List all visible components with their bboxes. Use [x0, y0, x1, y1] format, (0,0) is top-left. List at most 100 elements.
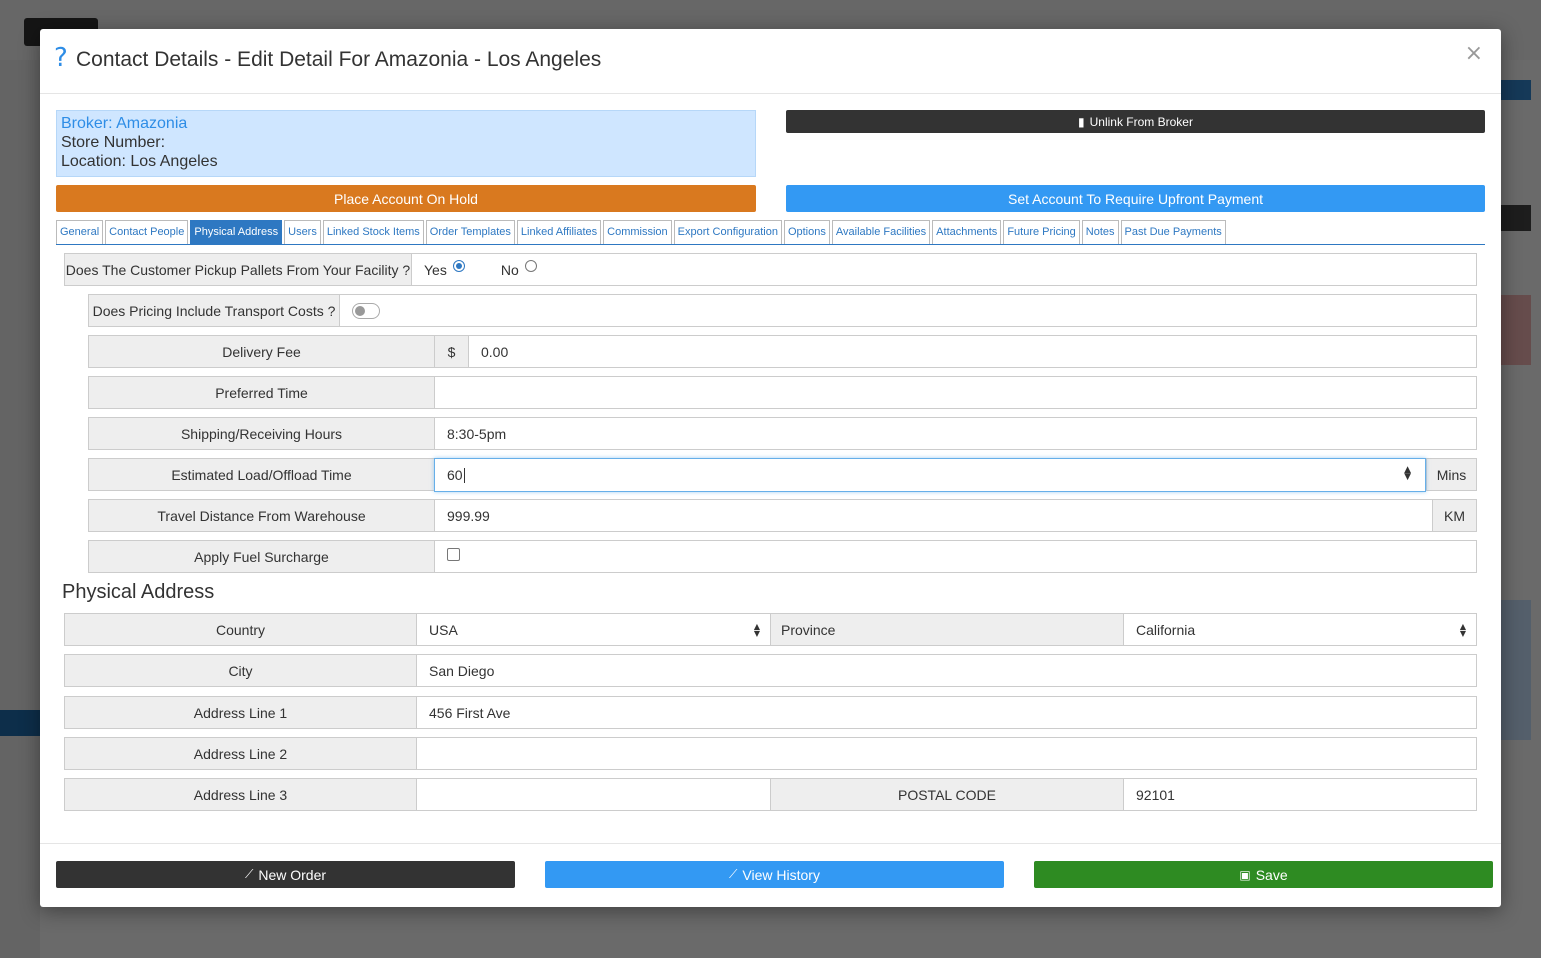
tab-attachments[interactable]: Attachments	[932, 220, 1002, 244]
travel-distance-input[interactable]: 999.99	[435, 500, 1432, 531]
tab-commission[interactable]: Commission	[603, 220, 672, 244]
save-button[interactable]: ▣ Save	[1034, 861, 1493, 888]
address-line3-input[interactable]	[417, 779, 771, 810]
require-upfront-payment-button[interactable]: Set Account To Require Upfront Payment	[786, 185, 1485, 212]
tab-bar: General Contact People Physical Address …	[56, 220, 1485, 245]
address-line2-label: Address Line 2	[65, 738, 417, 769]
tab-future-pricing[interactable]: Future Pricing	[1003, 220, 1080, 244]
modal-footer: ⟋ New Order ⟋ View History ▣ Save	[40, 843, 1501, 907]
city-row: City San Diego	[64, 654, 1477, 687]
address-line2-input[interactable]	[417, 738, 1476, 769]
account-info-box: Broker: Amazonia Store Number: Location:…	[56, 110, 756, 177]
country-select[interactable]: USA ▲ ▼	[417, 614, 771, 645]
travel-distance-unit: KM	[1432, 500, 1476, 531]
select-caret-icon: ▲ ▼	[1459, 622, 1466, 638]
preferred-time-input[interactable]	[435, 377, 1476, 408]
tab-notes[interactable]: Notes	[1081, 220, 1119, 244]
new-order-label: New Order	[258, 866, 327, 883]
transport-toggle-cell	[340, 295, 1476, 326]
tab-available-facilities[interactable]: Available Facilities	[831, 220, 931, 244]
shipping-hours-input[interactable]: 8:30-5pm	[435, 418, 1476, 449]
postal-code-input[interactable]: 92101	[1124, 779, 1476, 810]
physical-address-heading: Physical Address	[62, 581, 215, 603]
address-line3-label: Address Line 3	[65, 779, 417, 810]
place-on-hold-label: Place Account On Hold	[334, 190, 478, 207]
address-line2-row: Address Line 2	[64, 737, 1477, 770]
modal-title: Contact Details - Edit Detail For Amazon…	[76, 48, 602, 71]
address-line1-row: Address Line 1 456 First Ave	[64, 696, 1477, 729]
unlink-broker-label: Unlink From Broker	[1089, 114, 1193, 129]
fuel-surcharge-row: Apply Fuel Surcharge	[88, 540, 1477, 573]
preferred-time-label: Preferred Time	[89, 377, 435, 408]
travel-distance-row: Travel Distance From Warehouse 999.99 KM	[88, 499, 1477, 532]
view-history-label: View History	[742, 866, 820, 883]
pickup-label: Does The Customer Pickup Pallets From Yo…	[65, 254, 412, 285]
broker-text: Broker: Amazonia	[61, 115, 188, 132]
delivery-fee-label: Delivery Fee	[89, 336, 435, 367]
province-label: Province	[771, 614, 1124, 645]
postal-code-label: POSTAL CODE	[771, 779, 1124, 810]
line-chart-icon: ⟋	[729, 867, 738, 881]
address-line1-input[interactable]: 456 First Ave	[417, 697, 1476, 728]
transport-label: Does Pricing Include Transport Costs ?	[89, 295, 340, 326]
country-value: USA	[429, 621, 458, 638]
shipping-hours-row: Shipping/Receiving Hours 8:30-5pm	[88, 417, 1477, 450]
transport-row: Does Pricing Include Transport Costs ?	[88, 294, 1477, 327]
province-select[interactable]: California ▲ ▼	[1124, 614, 1476, 645]
preferred-time-row: Preferred Time	[88, 376, 1477, 409]
pickup-no-label: No	[500, 261, 519, 278]
floppy-disk-icon: ▣	[1239, 867, 1251, 882]
modal-header: ? Contact Details - Edit Detail For Amaz…	[40, 29, 1501, 94]
pickup-yes-label: Yes	[424, 261, 447, 278]
country-province-row: Country USA ▲ ▼ Province California ▲ ▼	[64, 613, 1477, 646]
require-upfront-payment-label: Set Account To Require Upfront Payment	[1008, 190, 1263, 207]
pickup-yes-radio[interactable]	[452, 259, 465, 272]
select-caret-icon: ▲ ▼	[753, 622, 760, 638]
fuel-surcharge-checkbox[interactable]	[447, 548, 460, 561]
tab-options[interactable]: Options	[783, 220, 830, 244]
currency-addon: $	[435, 336, 469, 367]
view-history-button[interactable]: ⟋ View History	[545, 861, 1004, 888]
travel-distance-label: Travel Distance From Warehouse	[89, 500, 435, 531]
help-icon[interactable]: ?	[54, 43, 68, 73]
tab-contact-people[interactable]: Contact People	[105, 220, 189, 244]
delivery-fee-input[interactable]: 0.00	[469, 336, 1476, 367]
location-text: Location: Los Angeles	[61, 153, 218, 170]
unlink-broker-button[interactable]: ▮ Unlink From Broker	[786, 110, 1485, 133]
load-time-input[interactable]: 60 ▲ ▼	[434, 458, 1426, 492]
save-label: Save	[1255, 866, 1288, 883]
store-number-text: Store Number:	[61, 134, 166, 151]
tab-linked-stock-items[interactable]: Linked Stock Items	[322, 220, 424, 244]
fuel-surcharge-label: Apply Fuel Surcharge	[89, 541, 435, 572]
tab-order-templates[interactable]: Order Templates	[425, 220, 515, 244]
tab-physical-address[interactable]: Physical Address	[190, 220, 283, 244]
tab-users[interactable]: Users	[284, 220, 321, 244]
province-value: California	[1136, 621, 1196, 638]
city-input[interactable]: San Diego	[417, 655, 1476, 686]
pickup-no-radio[interactable]	[524, 259, 537, 272]
fuel-surcharge-cell	[435, 541, 1476, 572]
address-line3-row: Address Line 3 POSTAL CODE 92101	[64, 778, 1477, 811]
contact-details-modal: ? Contact Details - Edit Detail For Amaz…	[40, 29, 1501, 907]
number-spinner-icon[interactable]: ▲ ▼	[1404, 466, 1411, 482]
address-line1-label: Address Line 1	[65, 697, 417, 728]
load-time-value: 60	[447, 467, 463, 483]
building-icon: ▮	[1078, 114, 1085, 129]
shipping-hours-label: Shipping/Receiving Hours	[89, 418, 435, 449]
tab-general[interactable]: General	[56, 220, 104, 244]
tab-export-configuration[interactable]: Export Configuration	[673, 220, 782, 244]
new-order-button[interactable]: ⟋ New Order	[56, 861, 515, 888]
place-on-hold-button[interactable]: Place Account On Hold	[56, 185, 756, 212]
pickup-options: Yes No	[412, 254, 1476, 285]
load-time-label: Estimated Load/Offload Time	[89, 459, 435, 490]
pickup-row: Does The Customer Pickup Pallets From Yo…	[64, 253, 1477, 286]
delivery-fee-row: Delivery Fee $ 0.00	[88, 335, 1477, 368]
line-chart-icon: ⟋	[244, 867, 254, 881]
transport-toggle[interactable]	[352, 302, 380, 319]
load-time-unit: Mins	[1426, 459, 1476, 490]
close-icon[interactable]: ×	[1465, 43, 1483, 65]
country-label: Country	[65, 614, 417, 645]
tab-linked-affiliates[interactable]: Linked Affiliates	[516, 220, 602, 244]
tab-past-due-payments[interactable]: Past Due Payments	[1120, 220, 1226, 244]
city-label: City	[65, 655, 417, 686]
